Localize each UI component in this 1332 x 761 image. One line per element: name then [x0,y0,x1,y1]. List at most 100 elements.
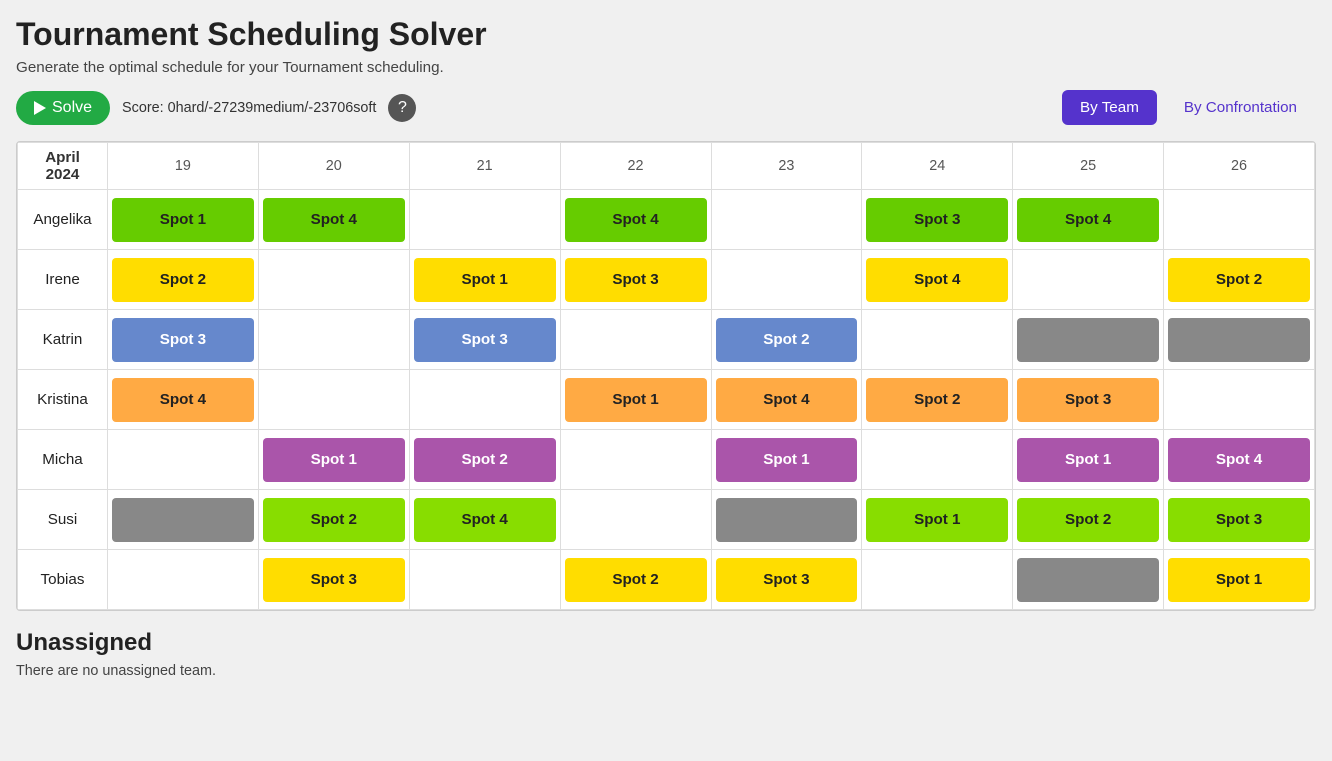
schedule-cell [409,370,560,430]
spot-block[interactable]: Spot 3 [263,558,405,602]
spot-block[interactable]: Spot 4 [565,198,707,242]
row-label-irene: Irene [18,250,108,310]
schedule-grid: April 2024 19 20 21 22 23 24 25 26 Angel… [16,141,1316,611]
row-label-susi: Susi [18,490,108,550]
row-label-angelika: Angelika [18,190,108,250]
row-label-katrin: Katrin [18,310,108,370]
view-toggle: By Team By Confrontation [1062,90,1316,125]
help-button[interactable]: ? [388,94,416,122]
date-23: 23 [711,143,862,190]
row-label-kristina: Kristina [18,370,108,430]
spot-block[interactable]: Spot 2 [414,438,556,482]
spot-block[interactable]: Spot 4 [112,378,254,422]
schedule-cell: Spot 1 [258,430,409,490]
spot-block[interactable]: Spot 3 [716,558,858,602]
gray-block [1168,318,1310,362]
spot-block[interactable]: Spot 1 [1017,438,1159,482]
schedule-cell: Spot 1 [711,430,862,490]
schedule-cell: Spot 3 [1013,370,1164,430]
table-row: SusiSpot 2Spot 4Spot 1Spot 2Spot 3 [18,490,1315,550]
empty-block [716,258,858,302]
schedule-cell: Spot 4 [711,370,862,430]
date-26: 26 [1164,143,1315,190]
by-confrontation-button[interactable]: By Confrontation [1165,90,1316,125]
spot-block[interactable]: Spot 4 [263,198,405,242]
schedule-cell [862,430,1013,490]
empty-block [414,198,556,242]
schedule-cell: Spot 2 [560,550,711,610]
unassigned-section: Unassigned There are no unassigned team. [16,629,1316,679]
spot-block[interactable]: Spot 1 [565,378,707,422]
schedule-cell [258,310,409,370]
spot-block[interactable]: Spot 3 [565,258,707,302]
spot-block[interactable]: Spot 2 [1017,498,1159,542]
spot-block[interactable]: Spot 3 [1168,498,1310,542]
gray-block [716,498,858,542]
spot-block[interactable]: Spot 4 [866,258,1008,302]
spot-block[interactable]: Spot 1 [112,198,254,242]
spot-block[interactable]: Spot 4 [1017,198,1159,242]
play-icon [34,101,46,115]
schedule-cell [108,490,259,550]
table-row: KristinaSpot 4Spot 1Spot 4Spot 2Spot 3 [18,370,1315,430]
schedule-cell [108,550,259,610]
date-21: 21 [409,143,560,190]
schedule-cell [862,550,1013,610]
schedule-cell: Spot 1 [409,250,560,310]
spot-block[interactable]: Spot 4 [1168,438,1310,482]
empty-block [1168,198,1310,242]
schedule-cell [560,310,711,370]
schedule-cell [409,190,560,250]
schedule-cell: Spot 3 [258,550,409,610]
spot-block[interactable]: Spot 2 [866,378,1008,422]
gray-block [112,498,254,542]
schedule-cell [1013,250,1164,310]
schedule-cell [711,490,862,550]
empty-block [414,558,556,602]
gray-block [1017,318,1159,362]
spot-block[interactable]: Spot 2 [1168,258,1310,302]
spot-block[interactable]: Spot 3 [1017,378,1159,422]
spot-block[interactable]: Spot 4 [414,498,556,542]
schedule-cell: Spot 4 [1164,430,1315,490]
schedule-cell: Spot 2 [711,310,862,370]
empty-block [866,558,1008,602]
table-row: IreneSpot 2Spot 1Spot 3Spot 4Spot 2 [18,250,1315,310]
toolbar: Solve Score: 0hard/-27239medium/-23706so… [16,90,1316,125]
table-row: AngelikaSpot 1Spot 4Spot 4Spot 3Spot 4 [18,190,1315,250]
solve-button[interactable]: Solve [16,91,110,125]
schedule-cell: Spot 4 [409,490,560,550]
schedule-cell [409,550,560,610]
table-row: MichaSpot 1Spot 2Spot 1Spot 1Spot 4 [18,430,1315,490]
empty-block [263,378,405,422]
spot-block[interactable]: Spot 1 [263,438,405,482]
schedule-cell: Spot 1 [862,490,1013,550]
spot-block[interactable]: Spot 1 [1168,558,1310,602]
page-subtitle: Generate the optimal schedule for your T… [16,59,1316,76]
schedule-cell [258,250,409,310]
spot-block[interactable]: Spot 1 [866,498,1008,542]
spot-block[interactable]: Spot 2 [263,498,405,542]
spot-block[interactable]: Spot 3 [112,318,254,362]
solve-label: Solve [52,99,92,117]
schedule-cell: Spot 1 [1164,550,1315,610]
empty-block [112,558,254,602]
schedule-cell: Spot 4 [560,190,711,250]
spot-block[interactable]: Spot 2 [112,258,254,302]
empty-block [866,438,1008,482]
schedule-cell: Spot 3 [108,310,259,370]
schedule-cell: Spot 4 [258,190,409,250]
spot-block[interactable]: Spot 1 [414,258,556,302]
by-team-button[interactable]: By Team [1062,90,1157,125]
spot-block[interactable]: Spot 3 [866,198,1008,242]
spot-block[interactable]: Spot 3 [414,318,556,362]
spot-block[interactable]: Spot 2 [565,558,707,602]
schedule-cell: Spot 3 [409,310,560,370]
spot-block[interactable]: Spot 1 [716,438,858,482]
date-24: 24 [862,143,1013,190]
empty-block [414,378,556,422]
spot-block[interactable]: Spot 2 [716,318,858,362]
schedule-cell [1013,310,1164,370]
spot-block[interactable]: Spot 4 [716,378,858,422]
month-header: April 2024 [18,143,108,190]
